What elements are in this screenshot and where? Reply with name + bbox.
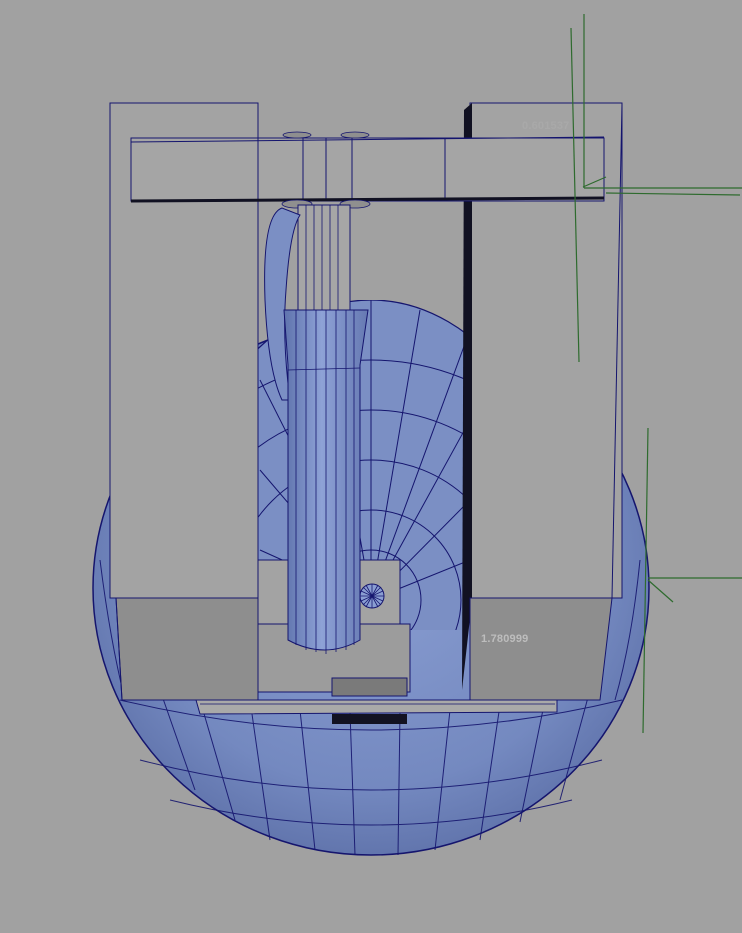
viewport-scene[interactable]	[0, 0, 742, 933]
axle-hub[interactable]	[359, 583, 385, 609]
3d-viewport[interactable]: 0.601537 1.780999	[0, 0, 742, 933]
top-mount-bracket[interactable]	[130, 131, 605, 209]
